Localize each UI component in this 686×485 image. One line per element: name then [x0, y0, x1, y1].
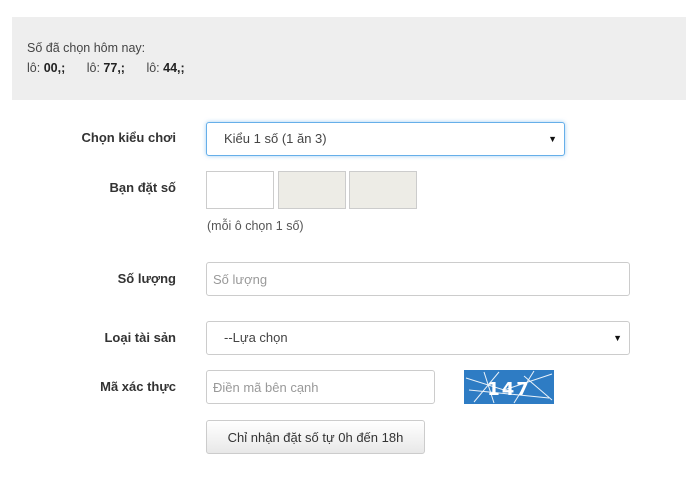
pick-item: lô: 77,; — [86, 61, 125, 75]
today-picks-panel: Số đã chọn hôm nay: lô: 00,; lô: 77,; lô… — [12, 17, 686, 100]
play-type-value: Kiểu 1 số (1 ăn 3) — [224, 131, 327, 146]
play-type-select[interactable]: Kiểu 1 số (1 ăn 3) ▼ — [206, 122, 565, 156]
today-picks-list: lô: 00,; lô: 77,; lô: 44,; — [27, 61, 686, 75]
bet-number-label: Bạn đặt số — [109, 180, 176, 195]
pick-item: lô: 44,; — [146, 61, 185, 75]
bet-number-box-1[interactable] — [206, 171, 274, 209]
quantity-input[interactable] — [206, 262, 630, 296]
caret-down-icon: ▼ — [548, 134, 557, 144]
pick-item: lô: 00,; — [27, 61, 66, 75]
captcha-input[interactable] — [206, 370, 435, 404]
bet-number-box-3 — [349, 171, 417, 209]
quantity-label: Số lượng — [117, 271, 176, 286]
captcha-label: Mã xác thực — [100, 379, 176, 394]
captcha-code: 147 — [487, 379, 531, 400]
submit-button[interactable]: Chỉ nhận đặt số tự 0h đến 18h — [206, 420, 425, 454]
captcha-image[interactable]: 147 — [464, 370, 554, 404]
asset-type-value: --Lựa chọn — [224, 330, 288, 345]
today-picks-title: Số đã chọn hôm nay: — [27, 41, 146, 55]
bet-number-hint: (mỗi ô chọn 1 số) — [207, 219, 304, 233]
play-type-label: Chọn kiểu chơi — [81, 130, 176, 145]
asset-type-select[interactable]: --Lựa chọn ▼ — [206, 321, 630, 355]
asset-type-label: Loại tài sản — [104, 330, 176, 345]
bet-number-box-2 — [278, 171, 346, 209]
caret-down-icon: ▼ — [613, 333, 622, 343]
